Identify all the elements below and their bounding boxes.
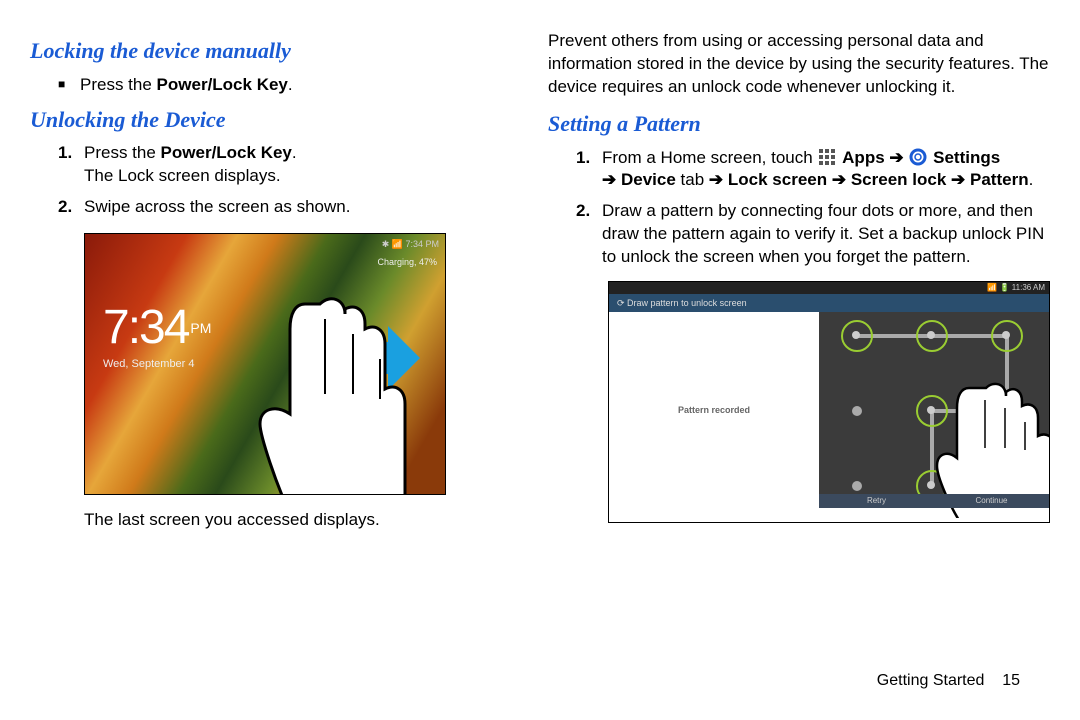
intro-paragraph: Prevent others from using or accessing p… (548, 30, 1050, 99)
step-1-pattern: 1. From a Home screen, touch Apps ➔ Sett… (576, 147, 1050, 193)
step-2-unlock: 2. Swipe across the screen as shown. (58, 196, 518, 219)
footer-section: Getting Started (877, 672, 985, 689)
hand-swipe-icon (235, 284, 415, 495)
apps-icon (818, 148, 836, 166)
continue-button: Continue (934, 494, 1049, 508)
right-column: Prevent others from using or accessing p… (548, 30, 1050, 670)
heading-unlock-device: Unlocking the Device (30, 105, 518, 135)
bullet-press-power: Press the Power/Lock Key. (58, 74, 518, 97)
pattern-grid-area: Retry Continue (819, 312, 1049, 508)
pattern-status-bar: 📶 🔋 11:36 AM (609, 282, 1049, 294)
charging-text: Charging, 47% (377, 256, 437, 268)
heading-setting-pattern: Setting a Pattern (548, 109, 1050, 139)
pattern-banner: ⟳ Draw pattern to unlock screen (609, 294, 1049, 312)
lockscreen-swipe-illustration: ✱ 📶 7:34 PM Charging, 47% 7:34PM Wed, Se… (84, 233, 446, 495)
pattern-recorded-text: Pattern recorded (609, 312, 819, 508)
heading-lock-manual: Locking the device manually (30, 36, 518, 66)
pattern-lock-illustration: 📶 🔋 11:36 AM ⟳ Draw pattern to unlock sc… (608, 281, 1050, 523)
settings-icon (909, 148, 927, 166)
step-2-pattern: 2. Draw a pattern by connecting four dot… (576, 200, 1050, 269)
page-footer: Getting Started 15 (877, 672, 1020, 690)
footer-page-number: 15 (1002, 672, 1020, 689)
lockscreen-clock: 7:34PM Wed, September 4 (103, 296, 211, 372)
caption-last-screen: The last screen you accessed displays. (84, 509, 518, 532)
status-bar-text: ✱ 📶 7:34 PM (382, 238, 439, 250)
step-1-unlock: 1. Press the Power/Lock Key. The Lock sc… (58, 142, 518, 188)
retry-button: Retry (819, 494, 934, 508)
left-column: Locking the device manually Press the Po… (30, 30, 518, 670)
